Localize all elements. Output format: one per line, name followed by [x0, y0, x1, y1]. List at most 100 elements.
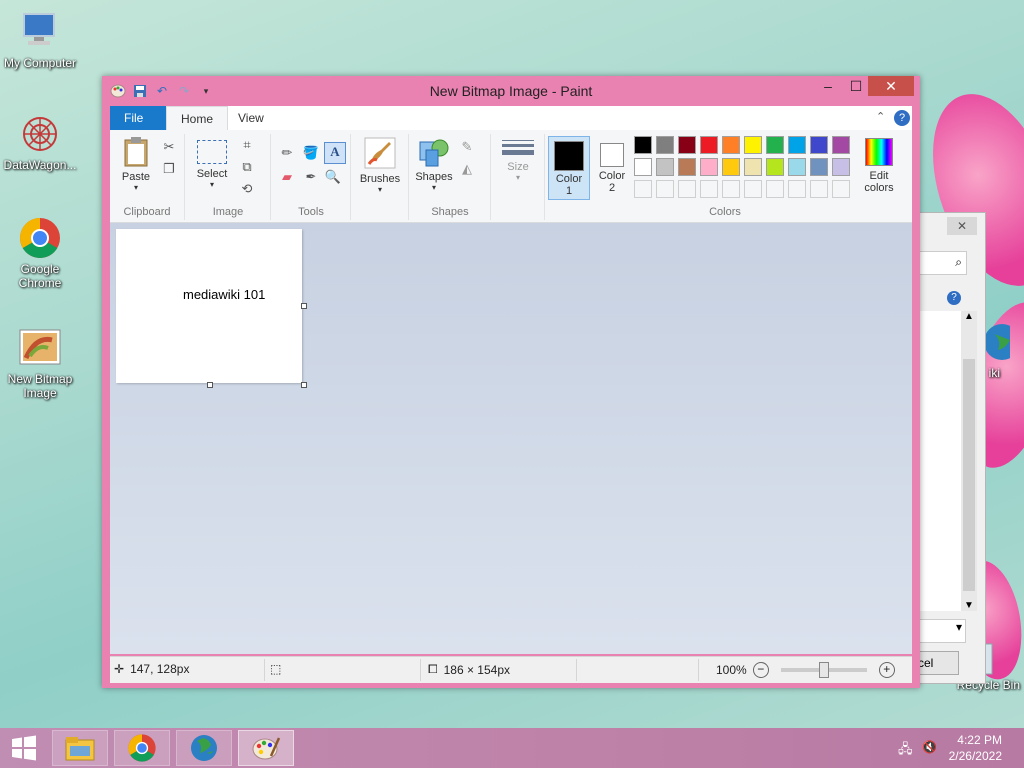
volume-muted-icon[interactable]: 🔇 [922, 740, 938, 756]
color-swatch[interactable] [810, 180, 828, 198]
search-input[interactable]: ⌕ [917, 251, 967, 275]
color-swatch[interactable] [678, 180, 696, 198]
maximize-button[interactable]: ☐ [842, 76, 870, 96]
color-swatch[interactable] [722, 158, 740, 176]
size-button[interactable]: Size ▾ [496, 136, 540, 182]
cursor-position: ✛ 147, 128px [114, 662, 190, 676]
scroll-thumb[interactable] [963, 359, 975, 591]
color-swatch[interactable] [832, 158, 850, 176]
color-swatch[interactable] [656, 180, 674, 198]
tab-home[interactable]: Home [166, 106, 229, 131]
system-clock[interactable]: 4:22 PM 2/26/2022 [949, 732, 1002, 764]
color-swatch[interactable] [810, 136, 828, 154]
shape-fill-icon[interactable]: ◭ [458, 160, 476, 178]
color-swatch[interactable] [634, 180, 652, 198]
shapes-button[interactable]: Shapes ▾ [412, 136, 456, 192]
pencil-icon[interactable]: ✏ [278, 144, 296, 162]
zoom-slider[interactable] [780, 662, 867, 678]
resize-handle-right[interactable] [301, 303, 307, 309]
color-picker-icon[interactable]: ✒ [302, 168, 320, 186]
crop-icon[interactable]: ⌗ [238, 136, 256, 154]
resize-icon[interactable]: ⧉ [238, 158, 256, 176]
filetype-select[interactable]: ▾ [917, 619, 966, 643]
paint-window[interactable]: ↶ ↷ ▾ New Bitmap Image - Paint – ☐ ✕ Fil… [102, 76, 920, 688]
color-swatch[interactable] [678, 158, 696, 176]
zoom-out-icon[interactable]: − [752, 662, 769, 678]
minimize-button[interactable]: – [814, 76, 842, 96]
bitmap-canvas[interactable]: mediawiki 101 [116, 229, 302, 383]
color2-button[interactable]: Color 2 [592, 136, 632, 194]
taskbar-paint[interactable] [238, 730, 294, 766]
color-swatch[interactable] [832, 136, 850, 154]
file-list[interactable] [913, 311, 961, 611]
edit-colors-button[interactable]: Edit colors [858, 136, 900, 194]
desktop-icon-datawagon[interactable]: DataWagon... [0, 112, 80, 172]
tools-group: ✏ 🪣 A ▰ ✒ 🔍 Tools [272, 134, 351, 220]
color-swatch[interactable] [634, 158, 652, 176]
brushes-button[interactable]: Brushes ▾ [356, 136, 404, 194]
color-swatch[interactable] [656, 136, 674, 154]
eraser-icon[interactable]: ▰ [278, 168, 296, 186]
text-icon[interactable]: A [324, 142, 346, 164]
color1-button[interactable]: Color 1 [548, 136, 590, 200]
color-swatch[interactable] [788, 158, 806, 176]
color-swatch[interactable] [766, 158, 784, 176]
taskbar-chrome[interactable] [114, 730, 170, 766]
color-swatch[interactable] [744, 136, 762, 154]
desktop-icon-new-bitmap-image[interactable]: New Bitmap Image [0, 326, 80, 400]
magnifier-icon[interactable]: 🔍 [324, 168, 342, 186]
canvas-area[interactable]: mediawiki 101 [110, 223, 912, 654]
help-icon[interactable]: ? [894, 110, 910, 126]
zoom-in-icon[interactable]: + [878, 662, 895, 678]
title-bar[interactable]: ↶ ↷ ▾ New Bitmap Image - Paint – ☐ ✕ [102, 76, 920, 106]
cancel-button[interactable]: cel [917, 651, 959, 675]
fill-icon[interactable]: 🪣 [302, 144, 320, 162]
color-swatch[interactable] [744, 180, 762, 198]
tab-view[interactable]: View [224, 106, 278, 130]
color-swatch[interactable] [788, 180, 806, 198]
help-icon[interactable]: ? [947, 291, 961, 305]
collapse-ribbon-icon[interactable]: ⌃ [876, 110, 885, 123]
color2-swatch [600, 143, 624, 167]
color-swatch[interactable] [656, 158, 674, 176]
color-swatch[interactable] [832, 180, 850, 198]
network-icon[interactable]: 🖧 [898, 740, 914, 756]
desktop-icon-my-computer[interactable]: My Computer [0, 10, 80, 70]
color-swatch[interactable] [634, 136, 652, 154]
close-button[interactable]: ✕ [868, 76, 914, 96]
chevron-down-icon: ▾ [209, 180, 214, 189]
zoom-slider-thumb[interactable] [818, 662, 829, 678]
color-swatch[interactable] [766, 136, 784, 154]
scroll-up-icon[interactable]: ▲ [961, 311, 977, 322]
color-swatch[interactable] [700, 180, 718, 198]
group-label: Shapes [431, 206, 469, 218]
scrollbar[interactable]: ▲ ▼ [961, 311, 977, 611]
computer-icon [18, 10, 62, 54]
color-swatch[interactable] [810, 158, 828, 176]
close-button[interactable]: ✕ [947, 217, 977, 235]
tab-file[interactable]: File [110, 106, 166, 130]
taskbar-globe-app[interactable] [176, 730, 232, 766]
background-window[interactable]: ✕ ⌕ ? ▲ ▼ ▾ cel [912, 212, 986, 684]
color-swatch[interactable] [722, 180, 740, 198]
desktop-icon-google-chrome[interactable]: Google Chrome [0, 216, 80, 290]
cut-icon[interactable]: ✂ [160, 138, 178, 156]
resize-handle-corner[interactable] [301, 382, 307, 388]
image-group: Select ▾ ⌗ ⧉ ⟲ Image [186, 134, 271, 220]
select-button[interactable]: Select ▾ [190, 136, 234, 189]
resize-handle-bottom[interactable] [207, 382, 213, 388]
color-swatch[interactable] [678, 136, 696, 154]
color-swatch[interactable] [766, 180, 784, 198]
start-button[interactable] [0, 730, 48, 766]
copy-icon[interactable]: ❐ [160, 160, 178, 178]
color-swatch[interactable] [722, 136, 740, 154]
outline-icon[interactable]: ✎ [458, 138, 476, 156]
color-swatch[interactable] [744, 158, 762, 176]
scroll-down-icon[interactable]: ▼ [961, 600, 977, 611]
color-swatch[interactable] [700, 136, 718, 154]
paste-button[interactable]: Paste ▾ [116, 136, 156, 192]
rotate-icon[interactable]: ⟲ [238, 180, 256, 198]
color-swatch[interactable] [700, 158, 718, 176]
color-swatch[interactable] [788, 136, 806, 154]
taskbar-file-explorer[interactable] [52, 730, 108, 766]
